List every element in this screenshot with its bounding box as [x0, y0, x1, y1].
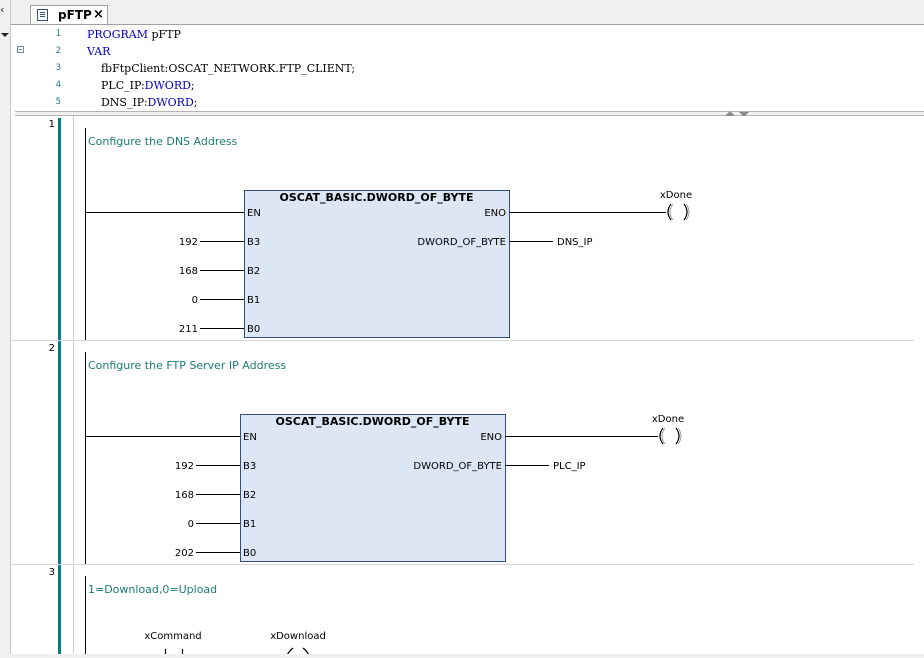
tab-pftp[interactable]: pFTP ×: [30, 5, 108, 24]
coil-left-arc-shadow: [669, 203, 674, 221]
coil-variable[interactable]: xDownload: [270, 631, 326, 642]
function-block-name: OSCAT_BASIC.DWORD_OF_BYTE: [275, 415, 469, 428]
ladder-diagram: 1 Configure the DNS Address OSCAT_BASIC.DW…: [11, 116, 914, 658]
coil-left-arc: [286, 647, 294, 657]
editor-window: pFTP × 1 PROGRAM pFTP 2 VAR 3 fbFtpClient:OS…: [11, 0, 924, 658]
input-value[interactable]: 0: [192, 295, 198, 306]
function-block[interactable]: [240, 414, 506, 562]
line-number: 1: [55, 29, 61, 39]
close-icon[interactable]: ×: [93, 7, 104, 22]
network-comment[interactable]: 1=Download,0=Upload: [88, 583, 217, 596]
input-value[interactable]: 192: [179, 237, 198, 248]
input-pin-b1: B1: [247, 295, 260, 306]
tab-bar: pFTP ×: [11, 0, 924, 25]
keyword-token: DWORD: [144, 79, 191, 92]
network-comment[interactable]: Configure the DNS Address: [88, 135, 238, 148]
input-pin-b3: B3: [243, 461, 256, 472]
output-variable[interactable]: PLC_IP: [553, 461, 586, 472]
input-pin-b2: B2: [247, 266, 260, 277]
coil-right-arc: [683, 203, 688, 221]
output-pin-dword_of_byte: DWORD_OF_BYTE: [413, 461, 502, 472]
code-token: PLC_IP:: [87, 79, 145, 92]
network-number[interactable]: 3: [49, 567, 55, 578]
input-value[interactable]: 202: [175, 548, 194, 559]
coil-right-arc: [675, 427, 680, 445]
keyword-token: PROGRAM: [87, 28, 148, 41]
line-number: 3: [55, 63, 61, 73]
input-value[interactable]: 0: [188, 519, 194, 530]
input-pin-b3: B3: [247, 237, 260, 248]
coil-left-arc-shadow: [661, 427, 666, 445]
input-value[interactable]: 168: [175, 490, 194, 501]
line-number: 5: [55, 97, 61, 107]
keyword-token: VAR: [87, 45, 111, 58]
input-pin-b1: B1: [243, 519, 256, 530]
network-comment[interactable]: Configure the FTP Server IP Address: [88, 359, 286, 372]
coil-right-arc: [302, 647, 310, 657]
line-number: 2: [55, 46, 61, 56]
input-value[interactable]: 192: [175, 461, 194, 472]
code-line[interactable]: PLC_IP:DWORD;: [87, 79, 195, 92]
input-value[interactable]: 168: [179, 266, 198, 277]
input-pin-b0: B0: [247, 324, 260, 335]
left-power-rail: [58, 118, 61, 654]
code-token: ;: [193, 96, 198, 109]
code-line[interactable]: PROGRAM pFTP: [87, 28, 181, 41]
code-token: pFTP: [147, 28, 181, 41]
network-number[interactable]: 2: [49, 343, 55, 354]
code-line[interactable]: fbFtpClient:OSCAT_NETWORK.FTP_CLIENT;: [87, 62, 355, 75]
input-value[interactable]: 211: [179, 324, 198, 335]
dropdown-arrow-icon[interactable]: [1, 33, 9, 37]
left-panel-strip: ‹: [0, 0, 11, 654]
output-variable[interactable]: DNS_IP: [557, 237, 593, 248]
keyword-token: DWORD: [147, 96, 194, 109]
coil-variable[interactable]: xDone: [660, 190, 692, 201]
coil-variable[interactable]: xDone: [652, 414, 684, 425]
input-pin-en: EN: [247, 208, 261, 219]
output-pin-dword_of_byte: DWORD_OF_BYTE: [417, 237, 506, 248]
function-block-name: OSCAT_BASIC.DWORD_OF_BYTE: [279, 191, 473, 204]
line-number: 4: [55, 80, 61, 90]
output-pin-eno: ENO: [480, 432, 502, 443]
contact-variable[interactable]: xCommand: [144, 631, 201, 642]
program-icon: [37, 9, 48, 21]
tab-title: pFTP: [58, 8, 92, 22]
declaration-editor[interactable]: 1 PROGRAM pFTP 2 VAR 3 fbFtpClient:OSCAT_NET…: [11, 25, 924, 111]
code-line[interactable]: DNS_IP:DWORD;: [87, 96, 198, 109]
input-pin-b0: B0: [243, 548, 256, 559]
code-line[interactable]: VAR: [87, 45, 110, 58]
function-block[interactable]: [244, 190, 510, 338]
code-token: ;: [190, 79, 195, 92]
network-number[interactable]: 1: [49, 119, 55, 130]
chevron-left-icon[interactable]: ‹: [0, 4, 4, 16]
ladder-editor[interactable]: 1 Configure the DNS Address OSCAT_BASIC.DW…: [11, 116, 924, 658]
input-pin-en: EN: [243, 432, 257, 443]
code-token: DNS_IP:: [87, 96, 148, 109]
fold-toggle-icon[interactable]: [17, 46, 24, 53]
output-pin-eno: ENO: [484, 208, 506, 219]
code-token: fbFtpClient:OSCAT_NETWORK.FTP_CLIENT;: [87, 62, 356, 75]
input-pin-b2: B2: [243, 490, 256, 501]
